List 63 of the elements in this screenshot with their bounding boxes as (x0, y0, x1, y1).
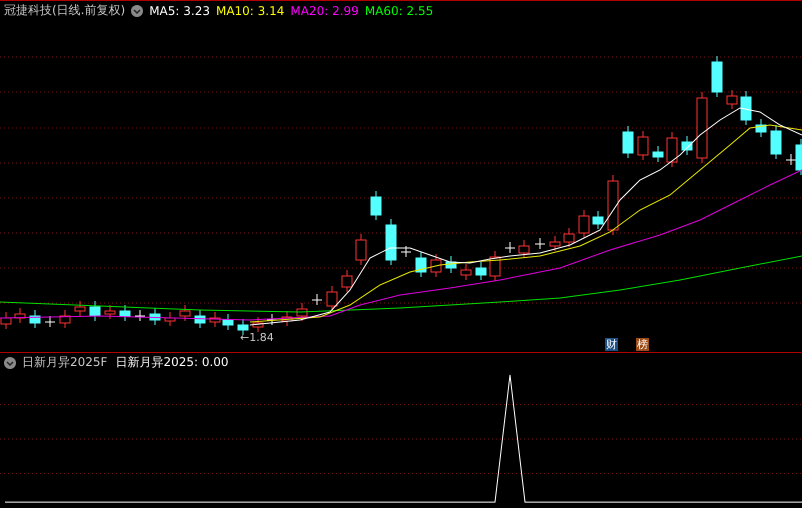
candlestick (326, 286, 338, 312)
candlestick (74, 300, 86, 316)
candlestick (90, 300, 100, 322)
candlestick (578, 210, 590, 238)
candlestick (490, 250, 500, 282)
indicator-value: MA5: 3.23 (149, 4, 210, 18)
candlestick (534, 238, 546, 250)
candlestick (14, 308, 26, 324)
indicator-value: MA20: 2.99 (290, 4, 359, 18)
dropdown-icon[interactable] (131, 4, 144, 16)
candlestick (608, 174, 618, 236)
candlestick (416, 252, 426, 278)
candlestick (476, 262, 486, 280)
candlestick (638, 130, 648, 160)
low-price-marker: ←1.84 (240, 331, 274, 344)
candlestick (312, 294, 322, 306)
candlestick (370, 190, 382, 220)
candlestick (666, 132, 678, 168)
candlestick (134, 310, 146, 322)
candlestick (356, 234, 366, 266)
candlestick (550, 236, 560, 252)
info-badge[interactable]: 财 (605, 338, 618, 351)
indicator-value: 日新月异2025: 0.00 (115, 354, 229, 371)
candlestick (682, 136, 692, 156)
indicator-value: MA60: 2.55 (364, 4, 434, 18)
indicator-title: 日新月异2025F (22, 354, 108, 371)
info-badge[interactable]: 榜 (636, 338, 649, 351)
candlestick (400, 246, 412, 258)
candlestick (446, 256, 456, 274)
candlestick (252, 316, 264, 332)
candlestick (386, 218, 396, 266)
candlestick (460, 264, 472, 280)
candlestick (210, 312, 220, 328)
indicator-value: MA10: 3.14 (216, 4, 284, 18)
candlestick (150, 308, 160, 326)
candlestick (652, 146, 664, 162)
candlestick (770, 124, 782, 160)
candlestick (430, 254, 442, 278)
candlestick (726, 90, 738, 110)
candlestick (104, 304, 116, 320)
candlestick (30, 310, 40, 328)
dropdown-icon[interactable] (4, 356, 16, 368)
candlestick (756, 118, 766, 138)
candlestick (592, 210, 604, 230)
candlestick (180, 304, 190, 322)
candlestick (518, 240, 530, 258)
candlestick (622, 126, 634, 158)
stock-title: 冠捷科技(日线.前复权) (4, 2, 126, 19)
candlestick (504, 242, 516, 254)
candlestick (222, 314, 234, 330)
candlestick (740, 90, 752, 126)
candlestick (296, 302, 308, 322)
candlestick (60, 310, 70, 328)
candlestick (712, 56, 722, 98)
candlestick (120, 304, 130, 322)
candlestick (342, 270, 352, 292)
candlestick (44, 316, 56, 328)
candlestick (564, 228, 574, 248)
candlestick (696, 92, 708, 164)
candlestick (282, 310, 292, 326)
candlestick (164, 312, 176, 326)
candlestick (266, 314, 278, 326)
candlestick (194, 310, 206, 328)
